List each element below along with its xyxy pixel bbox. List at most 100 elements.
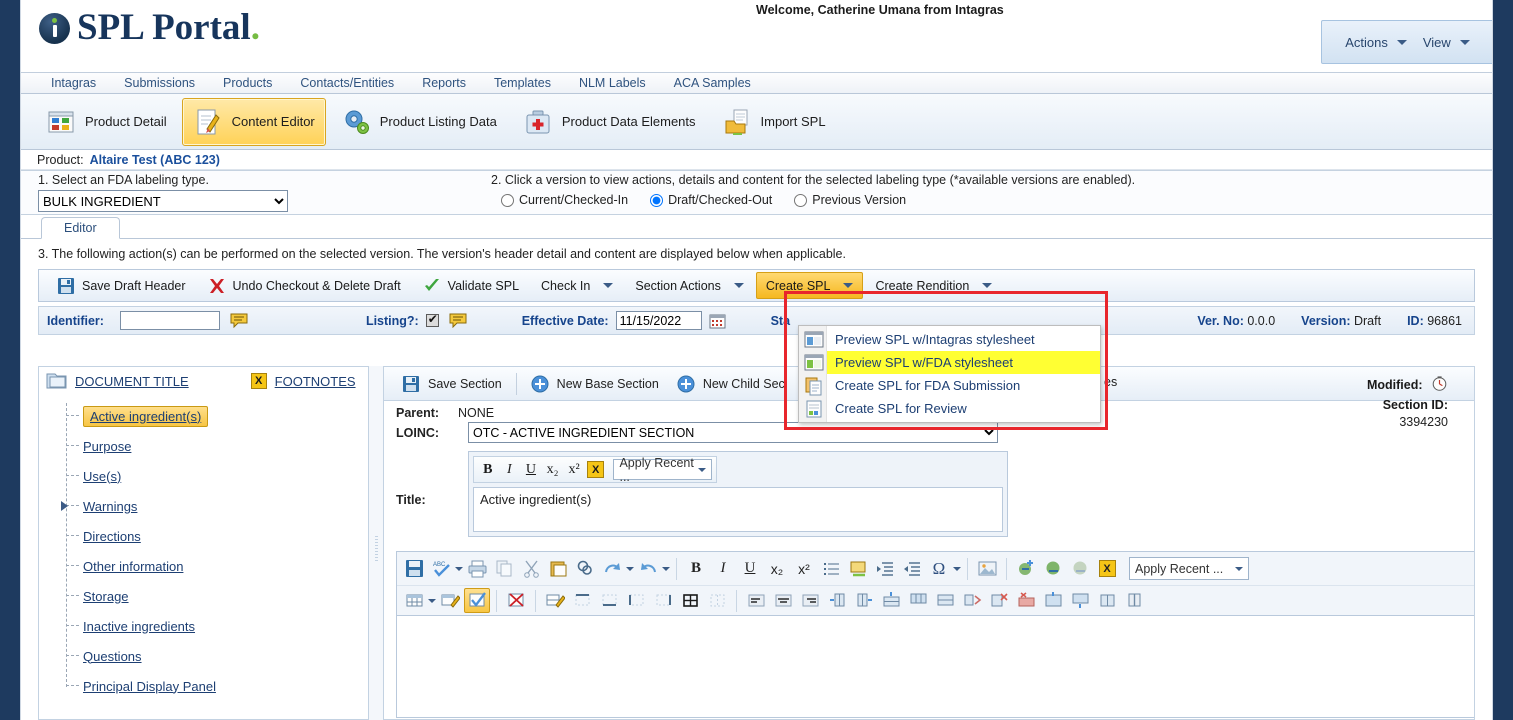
save-section-button[interactable]: Save Section	[394, 371, 510, 397]
calendar-icon[interactable]	[709, 313, 726, 329]
border-bottom-icon[interactable]	[596, 588, 622, 613]
omega-special-char-icon[interactable]: Ω	[926, 556, 952, 581]
bold-icon[interactable]: B	[478, 459, 498, 480]
find-icon[interactable]	[572, 556, 598, 581]
actions-menu-button[interactable]: Actions	[1341, 32, 1411, 53]
listing-checkbox[interactable]	[425, 312, 439, 327]
effective-date-input[interactable]	[615, 311, 702, 330]
merge-down-icon[interactable]	[1067, 588, 1093, 613]
chevron-down-icon[interactable]	[428, 598, 436, 603]
tree-node-warnings[interactable]: Warnings	[61, 491, 368, 521]
apply-recent-content-dropdown[interactable]: Apply Recent ...	[1129, 557, 1249, 580]
border-none-icon[interactable]	[704, 588, 730, 613]
version-radio-current[interactable]: Current/Checked-In	[501, 193, 628, 207]
insert-col-left-icon[interactable]	[824, 588, 850, 613]
tree-node-directions[interactable]: Directions	[61, 521, 368, 551]
view-menu-button[interactable]: View	[1419, 32, 1474, 53]
superscript-icon[interactable]: x²	[564, 459, 584, 480]
menu-preview-spl-intagras[interactable]: Preview SPL w/Intagras stylesheet	[799, 328, 1100, 351]
new-base-section-button[interactable]: New Base Section	[523, 371, 667, 397]
chevron-down-icon[interactable]	[626, 566, 634, 571]
chevron-down-icon[interactable]	[953, 566, 961, 571]
version-radio-previous-input[interactable]	[794, 193, 808, 207]
version-radio-current-input[interactable]	[501, 193, 514, 207]
chevron-down-icon[interactable]	[455, 566, 463, 571]
version-radio-draft-input[interactable]	[650, 193, 664, 207]
split-cell-icon[interactable]	[959, 588, 985, 613]
cut-icon[interactable]	[518, 556, 544, 581]
create-rendition-button[interactable]: Create Rendition	[865, 272, 1002, 299]
align-right-icon[interactable]	[797, 588, 823, 613]
link-add-icon[interactable]	[1013, 556, 1039, 581]
undo-checkout-button[interactable]: Undo Checkout & Delete Draft	[198, 272, 411, 299]
menu-create-spl-fda-submission[interactable]: Create SPL for FDA Submission	[799, 374, 1100, 397]
superscript-icon[interactable]: x²	[791, 556, 817, 581]
note-comment-icon[interactable]	[230, 313, 248, 329]
table-check-icon[interactable]	[464, 588, 490, 613]
special-x-icon[interactable]: X	[587, 461, 605, 478]
insert-table-icon[interactable]	[401, 588, 427, 613]
bullet-list-icon[interactable]	[818, 556, 844, 581]
undo-icon[interactable]	[635, 556, 661, 581]
tree-node-inactive-ingredients[interactable]: Inactive ingredients	[61, 611, 368, 641]
insert-row-below-icon[interactable]	[905, 588, 931, 613]
delete-col-icon[interactable]	[1013, 588, 1039, 613]
special-x-icon[interactable]: X	[1098, 560, 1116, 577]
align-left-icon[interactable]	[743, 588, 769, 613]
print-icon[interactable]	[464, 556, 490, 581]
split-vertical-icon[interactable]	[1121, 588, 1147, 613]
new-child-section-button[interactable]: New Child Sec	[669, 371, 793, 397]
title-text-input[interactable]: Active ingredient(s)	[473, 487, 1003, 532]
merge-right-icon[interactable]	[1094, 588, 1120, 613]
menu-create-spl-review[interactable]: Create SPL for Review	[799, 397, 1100, 420]
version-radio-draft[interactable]: Draft/Checked-Out	[650, 193, 772, 207]
footnotes-link[interactable]: FOOTNOTES	[275, 374, 356, 389]
subscript-icon[interactable]: x₂	[543, 459, 563, 480]
section-actions-button[interactable]: Section Actions	[625, 272, 753, 299]
save-icon[interactable]	[401, 556, 427, 581]
subscript-icon[interactable]: x₂	[764, 556, 790, 581]
chevron-down-icon[interactable]	[662, 566, 670, 571]
module-product-listing-data[interactable]: Product Listing Data	[330, 98, 508, 146]
apply-recent-title-dropdown[interactable]: Apply Recent ...	[613, 456, 712, 484]
content-text-area[interactable]	[397, 615, 1474, 717]
tree-node-principal-display-panel[interactable]: Principal Display Panel	[61, 671, 368, 701]
module-product-data-elements[interactable]: Product Data Elements	[512, 98, 707, 146]
cell-properties-icon[interactable]	[542, 588, 568, 613]
nav-item-aca-samples[interactable]: ACA Samples	[660, 74, 765, 92]
tab-editor[interactable]: Editor	[41, 217, 120, 239]
copy-icon[interactable]	[491, 556, 517, 581]
fda-labeling-type-select[interactable]: BULK INGREDIENT	[38, 190, 288, 212]
product-name-link[interactable]: Altaire Test (ABC 123)	[90, 153, 220, 167]
border-left-icon[interactable]	[623, 588, 649, 613]
save-draft-header-button[interactable]: Save Draft Header	[47, 272, 196, 299]
border-top-icon[interactable]	[569, 588, 595, 613]
link-edit-icon[interactable]	[1040, 556, 1066, 581]
loinc-select[interactable]: OTC - ACTIVE INGREDIENT SECTION	[468, 422, 998, 443]
highlight-icon[interactable]	[845, 556, 871, 581]
italic-icon[interactable]: I	[710, 556, 736, 581]
module-product-detail[interactable]: Product Detail	[35, 98, 178, 146]
nav-item-nlm-labels[interactable]: NLM Labels	[565, 74, 660, 92]
underline-icon[interactable]: U	[521, 459, 541, 480]
indent-decrease-icon[interactable]	[899, 556, 925, 581]
tree-node-storage[interactable]: Storage	[61, 581, 368, 611]
validate-spl-button[interactable]: Validate SPL	[413, 272, 529, 299]
pane-splitter[interactable]	[368, 366, 384, 720]
document-title-link[interactable]: DOCUMENT TITLE	[75, 374, 189, 389]
redo-icon[interactable]	[599, 556, 625, 581]
nav-item-intagras[interactable]: Intagras	[37, 74, 110, 92]
check-in-button[interactable]: Check In	[531, 272, 623, 299]
menu-preview-spl-fda[interactable]: Preview SPL w/FDA stylesheet	[799, 351, 1100, 374]
create-spl-button[interactable]: Create SPL	[755, 272, 864, 299]
tree-node-other-information[interactable]: Other information	[61, 551, 368, 581]
module-import-spl[interactable]: Import SPL	[711, 98, 837, 146]
note-comment-icon[interactable]	[449, 313, 467, 329]
insert-col-right-icon[interactable]	[851, 588, 877, 613]
align-center-icon[interactable]	[770, 588, 796, 613]
nav-item-products[interactable]: Products	[209, 74, 286, 92]
bold-icon[interactable]: B	[683, 556, 709, 581]
table-properties-icon[interactable]	[437, 588, 463, 613]
indent-increase-icon[interactable]	[872, 556, 898, 581]
delete-row-icon[interactable]	[986, 588, 1012, 613]
